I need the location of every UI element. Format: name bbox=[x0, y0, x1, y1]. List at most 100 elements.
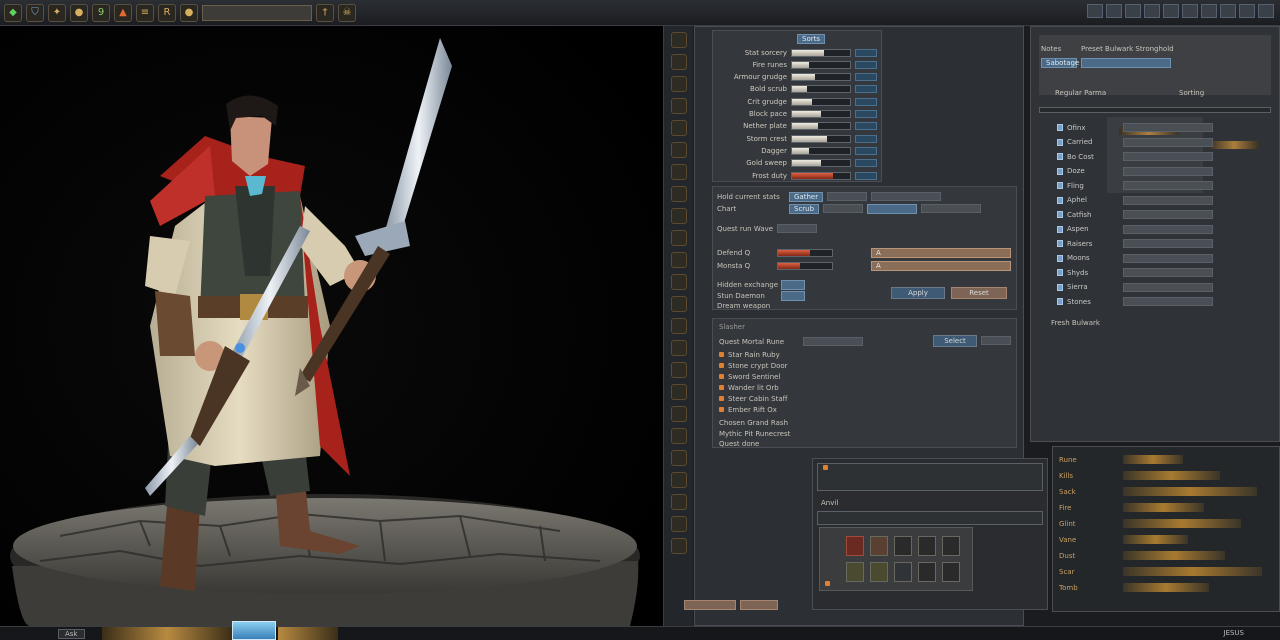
right-list-item[interactable]: Carried bbox=[1057, 137, 1213, 147]
reset-button[interactable]: Reset bbox=[951, 287, 1007, 299]
sword-icon[interactable] bbox=[670, 318, 687, 334]
right-list-item[interactable]: Doze bbox=[1057, 166, 1213, 176]
monsta-chip[interactable]: A bbox=[871, 260, 1011, 271]
stat-value-field[interactable] bbox=[855, 159, 877, 168]
rune-icon[interactable] bbox=[670, 230, 687, 246]
potion-icon[interactable] bbox=[670, 98, 687, 114]
quest-field-2[interactable] bbox=[981, 336, 1011, 345]
stat-bar[interactable] bbox=[791, 110, 851, 118]
checkbox-icon[interactable] bbox=[1057, 240, 1063, 247]
inventory-slot[interactable] bbox=[894, 562, 912, 582]
status-left[interactable]: Ask bbox=[58, 629, 85, 639]
right-list-item[interactable]: Aspen bbox=[1057, 224, 1213, 234]
defend-chip[interactable]: A bbox=[871, 247, 1011, 258]
right-item-bar[interactable] bbox=[1123, 282, 1213, 292]
checkbox-icon[interactable] bbox=[1057, 182, 1063, 189]
scroll-icon[interactable] bbox=[670, 340, 687, 356]
option-2-chip[interactable] bbox=[781, 290, 805, 301]
right-item-bar[interactable] bbox=[1123, 181, 1213, 190]
letter-icon[interactable]: R bbox=[158, 3, 176, 22]
rune-icon[interactable] bbox=[670, 428, 687, 444]
checkbox-icon[interactable] bbox=[1057, 298, 1063, 305]
inventory-slot[interactable] bbox=[894, 536, 912, 556]
defend-bar[interactable] bbox=[777, 248, 833, 257]
equip-slot[interactable] bbox=[823, 204, 864, 213]
checkbox-icon[interactable] bbox=[1057, 211, 1063, 218]
checkbox-icon[interactable] bbox=[1057, 196, 1063, 204]
right-list-item[interactable]: Aphel bbox=[1057, 195, 1213, 205]
right-list-item[interactable]: Fling bbox=[1057, 181, 1213, 190]
stat-bar[interactable] bbox=[791, 134, 851, 143]
potion-icon[interactable] bbox=[670, 494, 687, 510]
right-item-bar[interactable] bbox=[1123, 253, 1213, 263]
stats-header-chip[interactable]: Sorts bbox=[797, 34, 825, 44]
scroll-icon[interactable] bbox=[670, 538, 687, 554]
skull-icon[interactable] bbox=[670, 208, 687, 224]
search-field[interactable] bbox=[202, 4, 312, 21]
equip-slot[interactable] bbox=[871, 192, 942, 201]
scroll-icon[interactable]: ≡ bbox=[136, 3, 154, 22]
gem-icon[interactable] bbox=[670, 164, 687, 180]
rune-icon[interactable] bbox=[670, 32, 687, 48]
stat-bar[interactable] bbox=[791, 97, 851, 106]
inventory-slot[interactable] bbox=[942, 562, 960, 582]
inventory-slot[interactable] bbox=[870, 562, 888, 582]
checkbox-icon[interactable] bbox=[1057, 167, 1063, 175]
stat-bar[interactable] bbox=[791, 73, 851, 82]
right-list-item[interactable]: Bo Cost bbox=[1057, 152, 1213, 161]
stat-value-field[interactable] bbox=[855, 171, 877, 180]
flame-icon[interactable] bbox=[670, 54, 687, 70]
gem-icon[interactable] bbox=[670, 362, 687, 378]
equip-value-chip[interactable] bbox=[867, 203, 918, 214]
right-list-item[interactable]: Shyds bbox=[1057, 268, 1213, 277]
right-list-item[interactable]: Catfish bbox=[1057, 210, 1213, 219]
stat-bar[interactable] bbox=[791, 122, 851, 131]
stat-bar[interactable] bbox=[791, 146, 851, 155]
potion-icon[interactable] bbox=[670, 296, 687, 312]
stat-bar[interactable] bbox=[791, 48, 851, 57]
tool-icon[interactable] bbox=[1087, 4, 1103, 18]
checkbox-icon[interactable] bbox=[1057, 153, 1063, 160]
skull-icon[interactable] bbox=[670, 406, 687, 422]
stat-bar[interactable] bbox=[791, 171, 851, 180]
level-number-icon[interactable]: 9 bbox=[92, 3, 110, 22]
right-list-item[interactable]: Ofinx bbox=[1057, 123, 1213, 132]
right-item-bar[interactable] bbox=[1123, 297, 1213, 306]
tool-icon[interactable] bbox=[1258, 4, 1274, 18]
shield-icon[interactable] bbox=[670, 472, 687, 488]
select-button[interactable]: Select bbox=[933, 335, 977, 347]
stat-value-field[interactable] bbox=[855, 134, 877, 143]
shield-icon[interactable] bbox=[670, 274, 687, 290]
stat-value-field[interactable] bbox=[855, 146, 877, 155]
wave-field[interactable] bbox=[777, 224, 818, 233]
gather-chip[interactable]: Gather bbox=[789, 191, 824, 202]
right-item-bar[interactable] bbox=[1123, 224, 1213, 234]
character-viewport[interactable] bbox=[0, 26, 663, 626]
inventory-slot[interactable] bbox=[870, 536, 888, 556]
sword-icon[interactable] bbox=[670, 516, 687, 532]
quest-list-item[interactable]: Sword Sentinel bbox=[719, 371, 780, 382]
tool-icon[interactable] bbox=[1220, 4, 1236, 18]
equip-slot[interactable] bbox=[827, 192, 868, 201]
stat-bar[interactable] bbox=[791, 159, 851, 168]
tool-icon[interactable] bbox=[1125, 4, 1141, 18]
tool-icon[interactable] bbox=[1144, 4, 1160, 18]
inventory-slot[interactable] bbox=[846, 562, 864, 582]
stat-bar[interactable] bbox=[791, 60, 851, 69]
right-item-bar[interactable] bbox=[1123, 123, 1213, 132]
tool-icon[interactable] bbox=[1182, 4, 1198, 18]
quest-list-item[interactable]: Steer Cabin Staff bbox=[719, 393, 787, 404]
quest-field[interactable] bbox=[803, 337, 863, 346]
stat-value-field[interactable] bbox=[855, 110, 877, 118]
sabotage-value[interactable] bbox=[1081, 57, 1171, 68]
right-list-item[interactable]: Moons bbox=[1057, 253, 1213, 263]
quest-list-item[interactable]: Ember Rift Ox bbox=[719, 404, 777, 415]
quest-list-item[interactable]: Wander lit Orb bbox=[719, 382, 779, 393]
stat-value-field[interactable] bbox=[855, 85, 877, 94]
quest-list-item[interactable]: Star Rain Ruby bbox=[719, 349, 780, 360]
checkbox-icon[interactable] bbox=[1057, 269, 1063, 276]
shield-icon[interactable]: ⛉ bbox=[26, 3, 44, 22]
right-item-bar[interactable] bbox=[1123, 239, 1213, 248]
monsta-bar[interactable] bbox=[777, 261, 833, 270]
equip-slot[interactable] bbox=[921, 204, 982, 213]
